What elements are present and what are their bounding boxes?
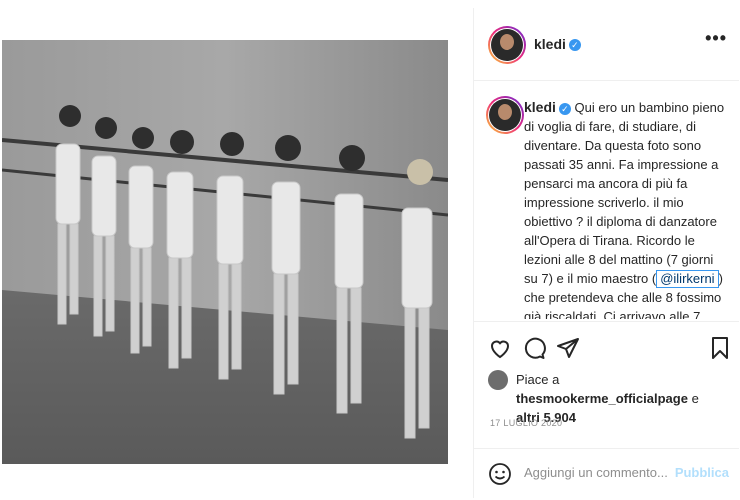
ballet-class-photo: [2, 40, 448, 464]
profile-avatar-ring[interactable]: [488, 26, 526, 64]
verified-badge-icon: ✓: [558, 102, 571, 115]
heart-icon[interactable]: [488, 336, 512, 360]
avatar: [491, 29, 523, 61]
comment-box: Aggiungi un commento... Pubblica: [474, 448, 739, 499]
caption-area: kledi ✓ Qui ero un bambino pieno di vogli…: [474, 94, 739, 319]
post-date[interactable]: 17 LUGLIO 2020: [490, 418, 562, 428]
post-header: kledi ✓ •••: [474, 8, 739, 81]
paper-plane-icon[interactable]: [556, 336, 580, 360]
comment-input[interactable]: Aggiungi un commento...: [524, 465, 668, 480]
caption-text: kledi ✓ Qui ero un bambino pieno di vogli…: [524, 98, 730, 319]
post-side-panel: kledi ✓ ••• kledi ✓ Qui ero un bambino pie…: [473, 8, 739, 498]
post-photo[interactable]: [2, 40, 448, 464]
header-username[interactable]: kledi: [534, 36, 566, 52]
bookmark-icon[interactable]: [710, 336, 730, 360]
likes-prefix: Piace a: [516, 372, 560, 387]
comment-icon[interactable]: [522, 336, 546, 360]
liker-avatar[interactable]: [488, 370, 508, 390]
caption-username[interactable]: kledi: [524, 99, 556, 115]
likes-suffix: e: [687, 391, 699, 406]
caption-body: Qui ero un bambino pieno di voglia di fa…: [524, 100, 725, 286]
more-options-icon[interactable]: •••: [705, 28, 727, 49]
post-comment-button[interactable]: Pubblica: [675, 465, 729, 480]
caption-avatar-ring[interactable]: [486, 96, 524, 134]
verified-badge-icon: ✓: [568, 38, 581, 51]
avatar: [489, 99, 521, 131]
smiley-icon[interactable]: [488, 462, 512, 486]
liker-username[interactable]: thesmookerme_officialpage: [516, 391, 688, 406]
caption-mention-link[interactable]: @ilirkerni: [656, 270, 719, 288]
